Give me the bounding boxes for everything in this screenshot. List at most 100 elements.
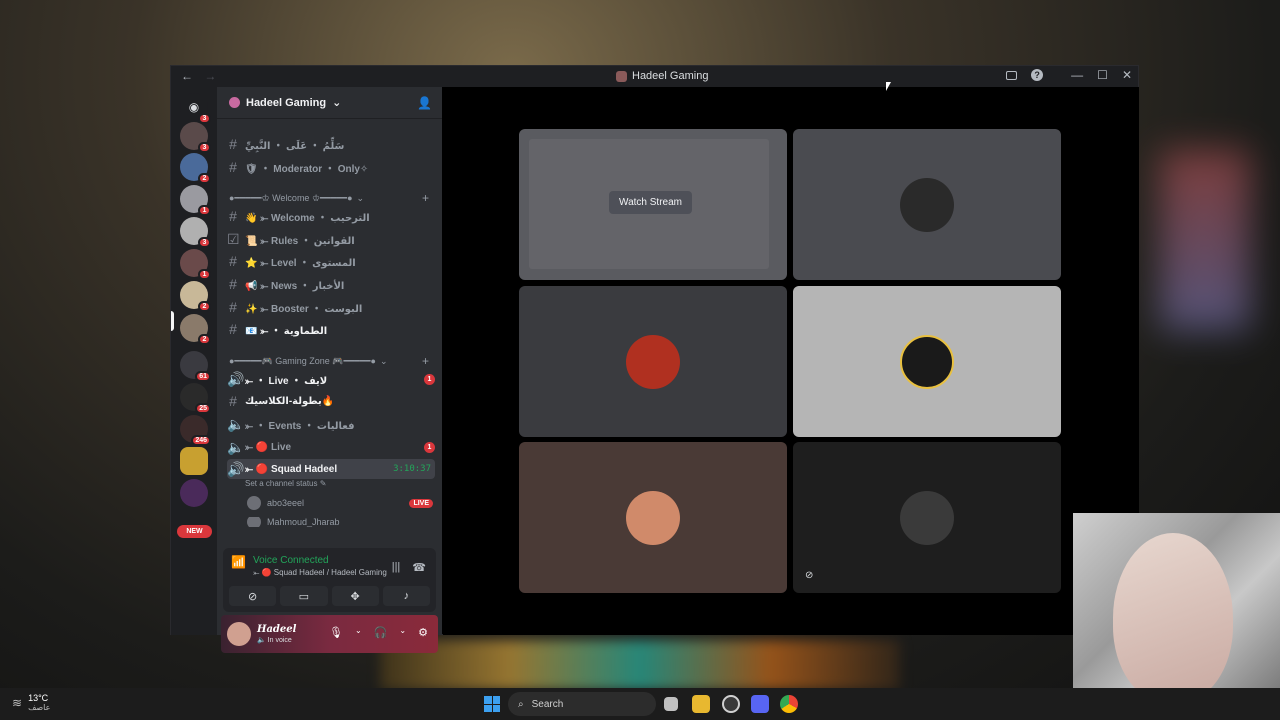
speaker-icon: 🔈 [227, 415, 245, 432]
participant-tile[interactable] [519, 286, 787, 437]
server-icon[interactable] [180, 479, 208, 507]
camera-off-icon: ⊘ [805, 570, 814, 581]
channel-item[interactable]: # 📧 ⤜ ・ الطماوية [227, 319, 435, 339]
disconnect-icon[interactable]: ☎ [412, 561, 426, 574]
server-rail: ◉ 3 3 2 1 3 1 2 2 61 25 246 NEW [171, 87, 217, 635]
selected-server-indicator [171, 311, 174, 331]
user-panel: Hadeel 🔈 In voice 🎙 ⌄ 🎧 ⌄ ⚙ [221, 615, 438, 653]
hash-icon: # [229, 321, 237, 337]
participant-tile[interactable]: ⊘ [793, 442, 1061, 593]
voice-channel-item-active[interactable]: 🔊 ⤜ 🔴 Squad Hadeel 3:10:37 [227, 459, 435, 479]
add-channel-icon[interactable]: + [422, 191, 429, 205]
watch-stream-button[interactable]: Watch Stream [609, 191, 692, 214]
window-controls: ? — ☐ ✕ [1006, 68, 1132, 82]
temperature: 13°C [28, 693, 49, 703]
channel-status-hint[interactable]: Set a channel status ✎ [245, 479, 326, 488]
discord-taskbar-icon[interactable] [751, 695, 769, 713]
channel-item[interactable]: # ✨ ⤜ Booster ・ البوست [227, 297, 435, 317]
chrome-icon[interactable] [780, 695, 798, 713]
microphone-icon[interactable]: 🎙 [329, 626, 343, 639]
live-badge: LIVE [409, 498, 433, 508]
server-icon[interactable]: 25 [180, 383, 211, 414]
server-icon[interactable] [180, 447, 208, 475]
new-badge: NEW [177, 525, 212, 538]
close-button[interactable]: ✕ [1122, 68, 1132, 82]
call-timer: 3:10:37 [393, 464, 431, 474]
channel-item[interactable]: ☑ 📜 ⤜ Rules ・ القوانين [227, 229, 435, 249]
voice-channel-item[interactable]: 🔈 ⤜ ・ Events ・ فعاليات [227, 414, 435, 434]
voice-status[interactable]: Voice Connected [253, 555, 387, 566]
unread-badge: 1 [424, 441, 435, 453]
server-header[interactable]: Hadeel Gaming ⌄ 👤 [217, 87, 442, 119]
noise-suppression-icon[interactable]: ||| [392, 561, 401, 574]
add-channel-icon[interactable]: + [422, 354, 429, 368]
voice-channel-link[interactable]: ⤜ 🔴 Squad Hadeel / Hadeel Gaming [253, 568, 387, 578]
participant-tile[interactable] [793, 286, 1061, 437]
windows-taskbar: ≋ 13°C عاصف ⌕ Search [0, 688, 1280, 720]
windows-start-icon[interactable] [484, 696, 500, 712]
chevron-down-icon[interactable]: ⌄ [355, 626, 362, 639]
server-icon[interactable]: 61 [180, 351, 211, 382]
server-icon[interactable]: 2 [180, 281, 211, 312]
category-welcome[interactable]: ●━━━━━♔ Welcome ♔━━━━━● ⌄ + [229, 191, 429, 205]
chevron-down-icon: ⌄ [380, 355, 388, 366]
hash-icon: # [229, 208, 237, 224]
hash-icon: # [229, 299, 237, 315]
wind-icon: ≋ [12, 695, 23, 710]
channel-item[interactable]: # ⭐ ⤜ Level ・ المستوى [227, 251, 435, 271]
task-view-icon[interactable] [664, 697, 678, 711]
add-member-icon[interactable]: 👤 [417, 96, 432, 110]
server-icon[interactable]: 2 [180, 314, 211, 345]
server-icon[interactable]: 1 [180, 185, 211, 216]
chevron-down-icon[interactable]: ⌄ [399, 626, 406, 639]
server-icon[interactable]: 3 [180, 122, 211, 153]
avatar [247, 496, 261, 510]
activities-button[interactable]: ✥ [331, 586, 379, 606]
category-gaming-zone[interactable]: ●━━━━━🎮 Gaming Zone 🎮━━━━━● ⌄ + [229, 354, 429, 368]
channel-item[interactable]: # 🛡 ・ Moderator ・ Only✧ [227, 157, 435, 177]
server-icon[interactable]: 2 [180, 153, 211, 184]
voice-connected-panel: 📶 Voice Connected ⤜ 🔴 Squad Hadeel / Had… [223, 548, 436, 612]
forward-arrow-icon[interactable]: → [204, 69, 216, 83]
voice-channel-item[interactable]: 🔈 ⤜ 🔴 Live 1 [227, 437, 435, 457]
channel-sidebar: Hadeel Gaming ⌄ 👤 # سَلِّمُ ・ عَلَى ・ الن… [217, 87, 442, 653]
stream-tile[interactable]: Watch Stream [519, 129, 787, 280]
headphones-icon[interactable]: 🎧 [374, 626, 388, 639]
minimize-button[interactable]: — [1071, 68, 1083, 82]
taskbar-search[interactable]: ⌕ Search [508, 692, 656, 716]
server-icon[interactable]: 246 [180, 415, 211, 446]
hash-icon: # [229, 253, 237, 269]
gear-icon[interactable]: ⚙ [418, 626, 428, 639]
file-explorer-icon[interactable] [692, 695, 710, 713]
channel-item[interactable]: # 📢 ⤜ News ・ الأخبار [227, 274, 435, 294]
help-icon[interactable]: ? [1031, 69, 1044, 81]
hash-icon: # [229, 136, 237, 152]
avatar[interactable] [227, 622, 251, 646]
app-icon[interactable] [722, 695, 740, 713]
server-icon[interactable]: 1 [180, 249, 211, 280]
hash-icon: # [229, 276, 237, 292]
voice-channel-item[interactable]: 🔊 ⤜ ・ Live ・ لايف 1 [227, 369, 435, 389]
soundboard-button[interactable]: ♪ [382, 586, 430, 606]
server-name: Hadeel Gaming [246, 96, 327, 109]
channel-item[interactable]: # 👋 ⤜ Welcome ・ الترحيب [227, 206, 435, 226]
weather-widget[interactable]: ≋ 13°C عاصف [12, 693, 50, 712]
inbox-icon[interactable] [1006, 70, 1018, 80]
username: Hadeel [257, 624, 297, 635]
channel-item[interactable]: # بطولة-الكلاسيك🔥 [227, 391, 435, 411]
voice-user[interactable]: abo3eeel LIVE [247, 496, 433, 510]
maximize-button[interactable]: ☐ [1097, 68, 1108, 82]
window-title: Hadeel Gaming [616, 70, 708, 82]
participant-tile[interactable] [793, 129, 1061, 280]
signal-icon[interactable]: 📶 [231, 555, 246, 569]
back-arrow-icon[interactable]: ← [181, 69, 193, 83]
participant-tile[interactable] [519, 442, 787, 593]
chevron-down-icon: ⌄ [332, 97, 342, 109]
screen-share-button[interactable]: ▭ [280, 586, 328, 606]
voice-user[interactable]: Mahmoud_Jharab [247, 517, 433, 527]
channel-item[interactable]: # سَلِّمُ ・ عَلَى ・ النَّبِيِّ [227, 134, 435, 154]
server-icon[interactable]: 3 [180, 217, 211, 248]
camera-off-button[interactable]: ⊘ [229, 586, 277, 606]
hash-icon: # [229, 393, 237, 409]
home-discord-icon[interactable]: ◉ 3 [180, 93, 211, 124]
